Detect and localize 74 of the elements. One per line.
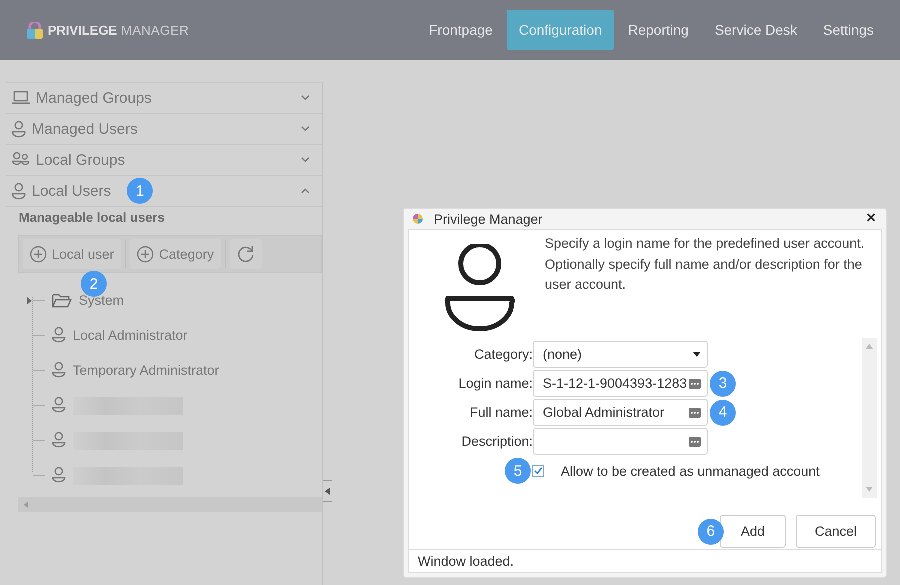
chevron-icon (301, 126, 310, 132)
tree-item[interactable]: Temporary Administrator (73, 363, 220, 378)
brand-name: MANAGER (121, 22, 190, 38)
ellipsis-icon (689, 378, 701, 388)
accordion-header[interactable]: Local Users 1 (6, 176, 322, 207)
dialog-button[interactable]: Cancel (796, 515, 876, 548)
nav-tab[interactable]: Settings (811, 10, 886, 50)
vertical-scrollbar[interactable] (862, 338, 877, 498)
plus-circle-icon (30, 246, 47, 262)
nav-tab[interactable]: Service Desk (702, 10, 810, 50)
instruction-text: Specify a login name for the predefined user account. Optionally specify full name and/or description for the user account. (545, 235, 866, 294)
scroll-down-icon[interactable] (866, 487, 873, 492)
tree-item[interactable]: Local Administrator (73, 328, 188, 343)
category-dropdown[interactable]: (none) (533, 341, 708, 368)
app-logo-icon (412, 213, 424, 225)
step-badge: 1 (127, 178, 154, 204)
user-icon (442, 244, 518, 334)
chevron-icon (301, 95, 310, 101)
text-field[interactable]: Global Administrator (533, 399, 708, 426)
users-icon (12, 152, 30, 168)
step-badge: 4 (710, 400, 736, 426)
section-label: Managed Users (32, 120, 138, 138)
laptop-icon (12, 91, 30, 105)
field-label: Category: (473, 347, 533, 362)
user-icon (52, 362, 66, 379)
status-text: Window loaded. (418, 554, 514, 568)
section-label: Local Groups (36, 152, 126, 168)
step-badge: 2 (81, 271, 107, 297)
collapse-handle[interactable] (323, 480, 332, 502)
padlock-logo-icon (26, 22, 44, 38)
ellipsis-icon (689, 408, 701, 418)
user-icon (52, 327, 66, 344)
user-icon (12, 182, 26, 200)
step-badge: 3 (710, 370, 736, 396)
user-icon (12, 120, 26, 138)
chevron-icon (301, 157, 310, 163)
ellipsis-icon (689, 436, 701, 446)
refresh-icon (237, 245, 256, 263)
accordion-header[interactable]: Local Groups (6, 145, 322, 176)
step-badge: 5 (505, 458, 531, 484)
checkbox-label: Allow to be created as unmanaged account (561, 464, 820, 478)
close-button[interactable]: × (866, 210, 876, 228)
section-label: Managed Groups (36, 90, 152, 106)
step-badge: 6 (698, 518, 724, 544)
toolbar-button[interactable]: Category (130, 239, 222, 269)
expand-arrow-icon[interactable] (27, 296, 33, 304)
scroll-left-icon[interactable] (24, 502, 28, 508)
dialog-button[interactable]: Add (720, 515, 786, 548)
horizontal-scrollbar[interactable] (18, 497, 322, 512)
user-icon (52, 397, 66, 414)
brand-name: PRIVILEGE (48, 22, 118, 38)
chevron-icon (301, 188, 310, 194)
text-field[interactable] (533, 428, 708, 455)
nav-tab[interactable]: Frontpage (417, 10, 505, 50)
scroll-up-icon[interactable] (866, 344, 873, 349)
field-label: Login name: (458, 376, 533, 391)
folder-icon (52, 292, 72, 308)
section-heading: Manageable local users (18, 209, 166, 227)
toolbar-button[interactable]: Local user (23, 239, 122, 269)
nav-tab[interactable]: Configuration (506, 10, 614, 50)
refresh-button[interactable] (230, 239, 262, 269)
accordion-header[interactable]: Managed Users (6, 114, 322, 145)
plus-circle-icon (137, 246, 154, 262)
checkbox[interactable] (532, 465, 544, 477)
dialog-title: Privilege Manager (434, 212, 543, 226)
section-label: Local Users (32, 182, 112, 200)
nav-tab[interactable]: Reporting (616, 10, 701, 50)
user-icon (52, 467, 66, 484)
accordion-header[interactable]: Managed Groups (6, 83, 322, 114)
user-icon (52, 432, 66, 449)
text-field[interactable]: S-1-12-1-9004393-1283 (533, 370, 708, 397)
field-label: Description: (460, 434, 533, 449)
dropdown-arrow-icon (693, 352, 701, 357)
field-label: Full name: (468, 405, 533, 420)
